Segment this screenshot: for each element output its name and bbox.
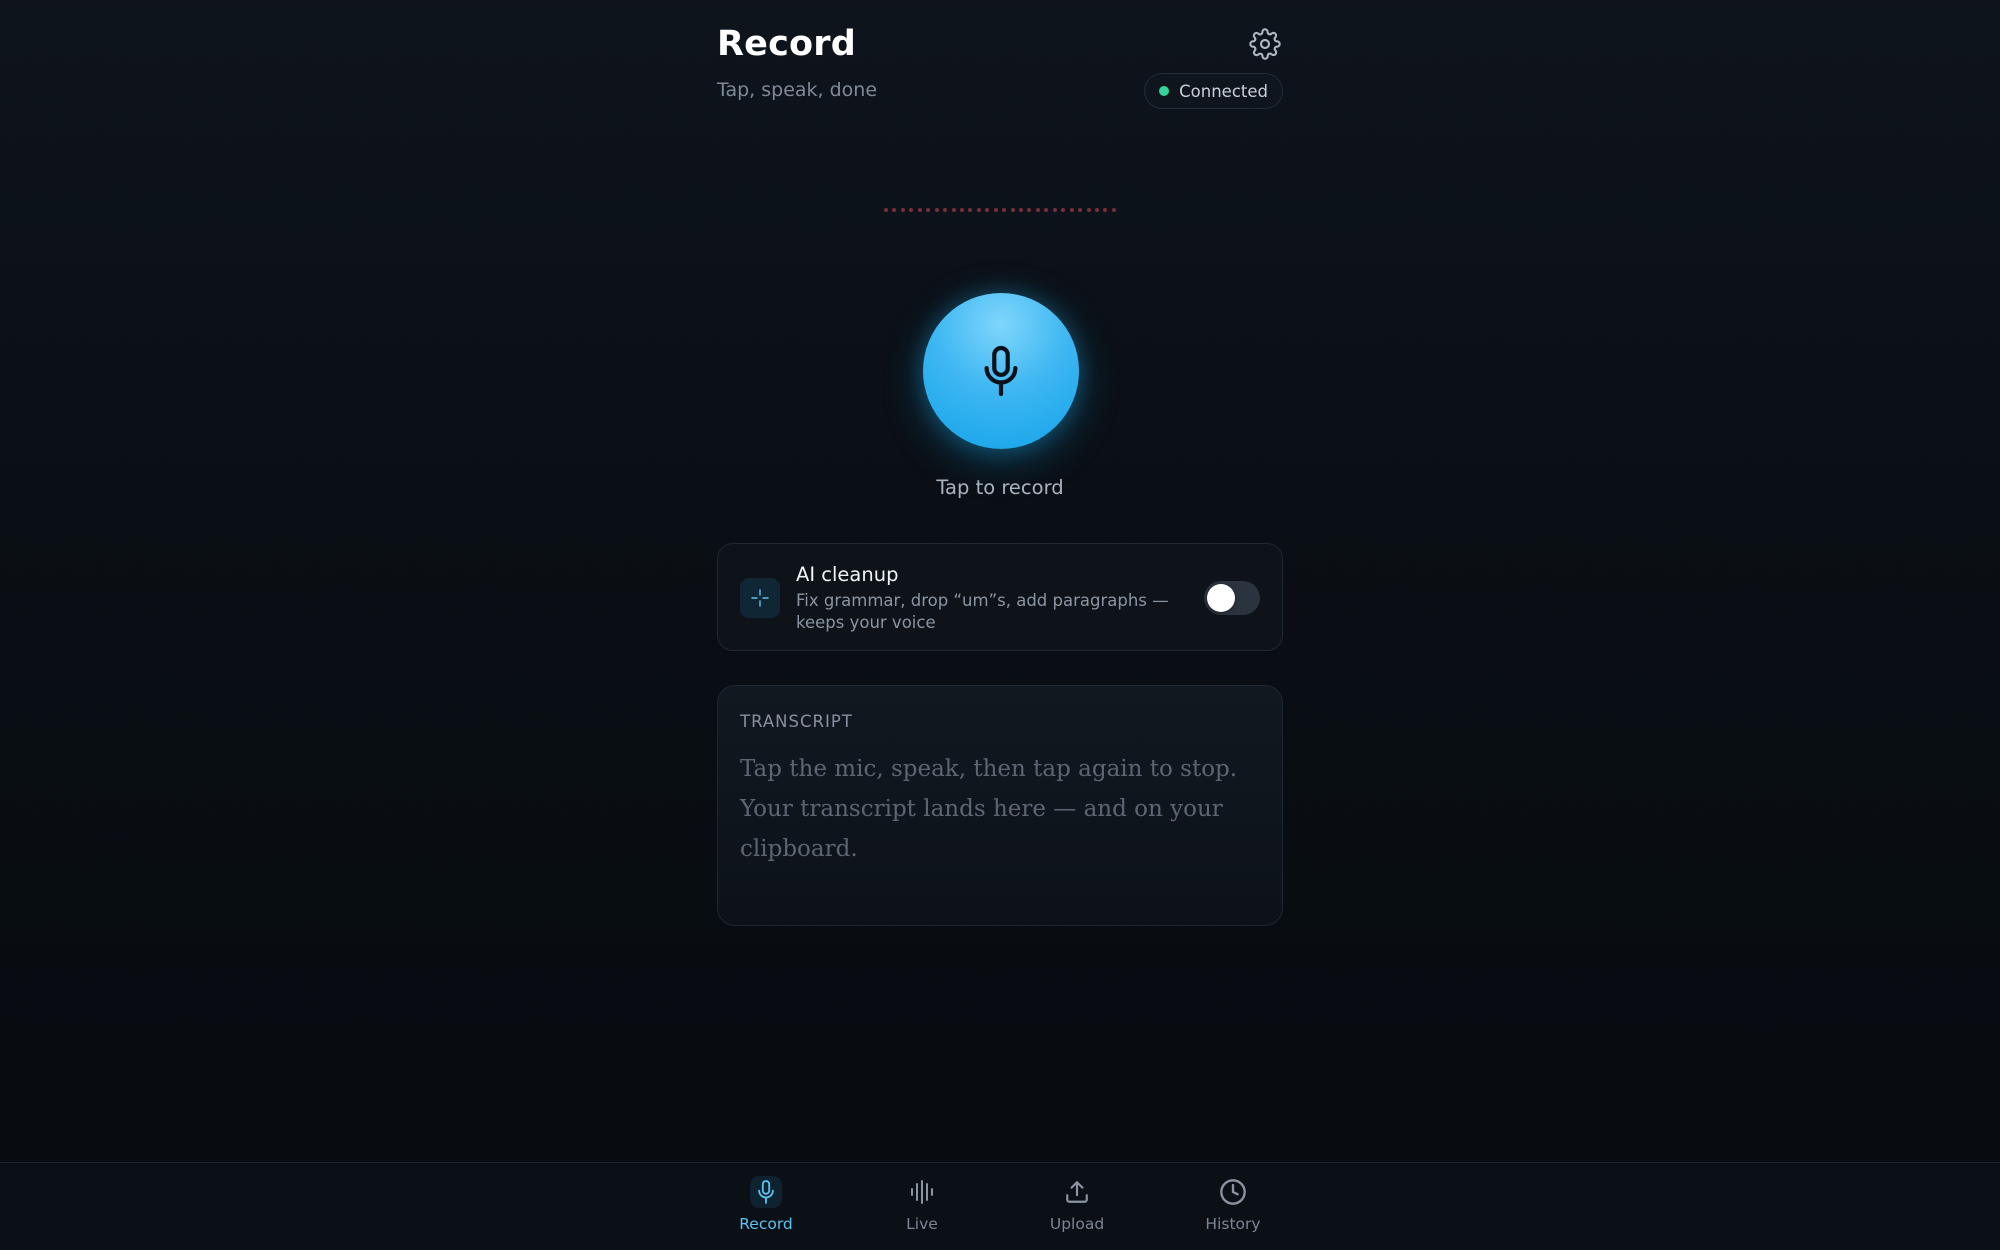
nav-label-record: Record [739,1215,793,1233]
waveform-dot [1002,208,1007,212]
waveform-dot [1111,208,1116,212]
waveform-dot [900,208,905,212]
waveform-dot [1094,208,1099,212]
nav-icon-wrap [1062,1177,1092,1207]
waveform-dot [1044,208,1049,212]
page-title: Record [717,24,856,64]
waveform-dot [985,208,990,212]
bottom-nav: Record Live Upload History [0,1162,2000,1250]
tap-to-record-label: Tap to record [936,476,1064,499]
waveform-dot [1027,208,1032,212]
waveform-dot [1035,208,1040,212]
microphone-icon [984,345,1018,397]
nav-item-upload[interactable]: Upload [1017,1163,1137,1250]
audio-waveform [884,206,1116,214]
record-button[interactable] [923,293,1079,449]
waveform-dot [943,208,948,212]
nav-item-record[interactable]: Record [706,1163,826,1250]
ai-cleanup-card: AI cleanup Fix grammar, drop “um”s, add … [717,543,1283,651]
waveform-dot [959,208,964,212]
waveform-dot [976,208,981,212]
waveform-dot [1078,208,1083,212]
waveform-icon [911,1180,933,1204]
connection-status-badge: Connected [1144,73,1283,109]
header: Record Tap, speak, done Connected [717,0,1283,120]
transcript-placeholder: Tap the mic, speak, then tap again to st… [740,756,1238,862]
nav-icon-wrap [750,1176,782,1208]
toggle-knob [1207,584,1235,612]
nav-icon-wrap [907,1177,937,1207]
waveform-dot [1069,208,1074,212]
nav-icon-wrap [1218,1177,1248,1207]
waveform-dot [993,208,998,212]
ai-cleanup-description: Fix grammar, drop “um”s, add paragraphs … [796,591,1169,632]
nav-label-live: Live [906,1215,938,1233]
waveform-dot [951,208,956,212]
waveform-dot [1061,208,1066,212]
cleanup-icon-tile [740,578,780,618]
ai-cleanup-toggle[interactable] [1204,581,1260,615]
nav-item-history[interactable]: History [1173,1163,1293,1250]
microphone-icon [758,1180,774,1204]
settings-button[interactable] [1247,26,1283,62]
nav-item-live[interactable]: Live [862,1163,982,1250]
waveform-dot [934,208,939,212]
nav-label-upload: Upload [1049,1215,1105,1233]
waveform-dot [1052,208,1057,212]
waveform-dot [1103,208,1108,212]
ai-cleanup-title: AI cleanup [796,563,899,586]
record-page: Record Tap, speak, done Connected Tap to… [717,0,1283,1162]
waveform-dot [968,208,973,212]
upload-icon [1066,1181,1088,1203]
waveform-dot [926,208,931,212]
transcript-label: TRANSCRIPT [740,712,853,731]
status-dot [1159,86,1170,96]
nav-label-history: History [1205,1215,1261,1233]
page-subtitle: Tap, speak, done [717,79,878,101]
mic-wrap [923,293,1079,449]
gear-icon [1249,28,1281,60]
waveform-dot [884,208,888,212]
waveform-dot [1086,208,1091,212]
clock-icon [1220,1179,1246,1205]
waveform-dot [917,208,922,212]
waveform-dot [892,208,897,212]
waveform-dot [909,208,914,212]
waveform-dot [1010,208,1015,212]
status-text: Connected [1179,81,1268,101]
transcript-panel[interactable]: TRANSCRIPT Tap the mic, speak, then tap … [717,685,1283,926]
waveform-dot [1019,208,1023,212]
sparkle-icon [751,589,769,607]
